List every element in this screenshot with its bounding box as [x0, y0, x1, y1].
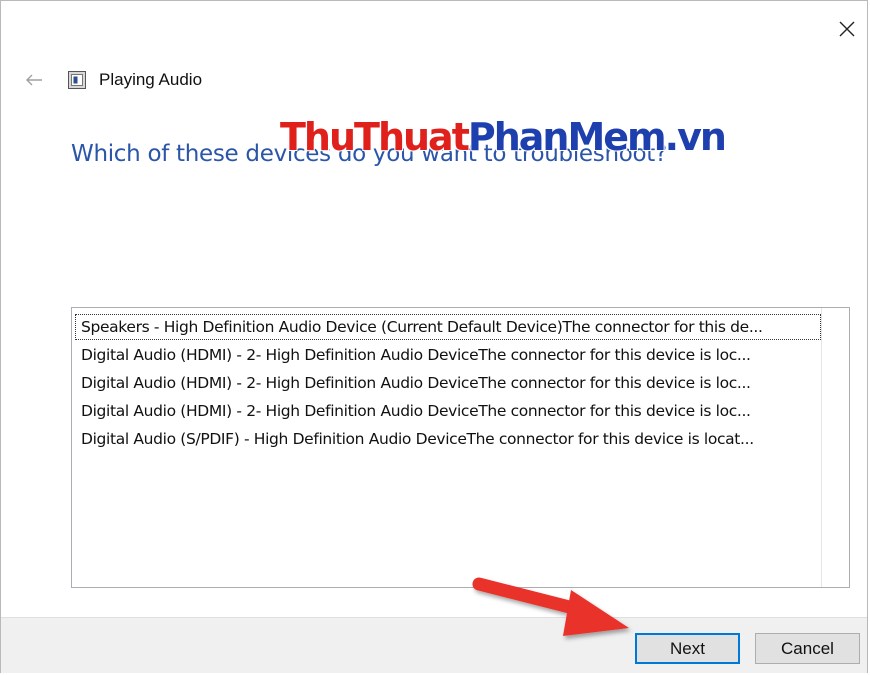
annotation-arrow-icon — [472, 577, 629, 636]
watermark-part-3: .vn — [664, 115, 727, 159]
watermark-logo: ThuThuatPhanMem.vn — [280, 115, 727, 159]
watermark-part-1: ThuThuat — [280, 115, 470, 159]
close-button[interactable] — [833, 15, 861, 43]
device-list-item[interactable]: Speakers - High Definition Audio Device … — [74, 313, 822, 341]
back-arrow-icon — [26, 74, 42, 86]
next-button[interactable]: Next — [635, 633, 740, 664]
device-list-item[interactable]: Digital Audio (HDMI) - 2- High Definitio… — [74, 369, 822, 397]
list-scrollbar[interactable] — [821, 308, 849, 587]
troubleshooter-icon — [68, 71, 86, 89]
device-list-items: Speakers - High Definition Audio Device … — [74, 313, 822, 453]
device-list-item[interactable]: Digital Audio (HDMI) - 2- High Definitio… — [74, 341, 822, 369]
troubleshooter-window: Playing Audio Which of these devices do … — [0, 0, 868, 673]
footer-bar: Next Cancel — [1, 617, 867, 673]
device-list[interactable]: Speakers - High Definition Audio Device … — [71, 307, 850, 588]
device-list-item[interactable]: Digital Audio (S/PDIF) - High Definition… — [74, 425, 822, 453]
window-title: Playing Audio — [99, 70, 203, 89]
close-icon — [839, 21, 855, 37]
watermark-part-2: PhanMem — [467, 115, 667, 159]
cancel-button[interactable]: Cancel — [755, 633, 860, 664]
back-button[interactable] — [23, 69, 45, 91]
device-list-item[interactable]: Digital Audio (HDMI) - 2- High Definitio… — [74, 397, 822, 425]
